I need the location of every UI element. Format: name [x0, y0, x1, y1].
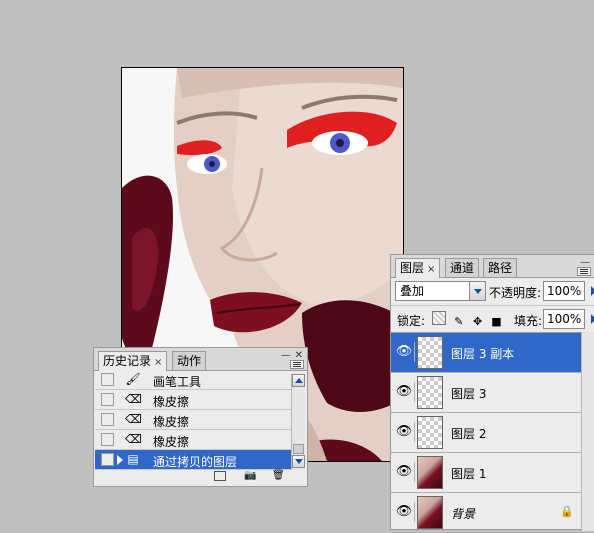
scroll-up-icon[interactable] — [292, 374, 305, 387]
layer-thumbnail — [417, 456, 443, 489]
history-state-marker-icon — [117, 455, 123, 465]
history-source-checkbox[interactable] — [101, 393, 114, 406]
history-item[interactable]: ⌫ 橡皮擦 — [95, 390, 291, 410]
tab-history[interactable]: 历史记录 × — [98, 351, 168, 371]
scroll-thumb[interactable] — [293, 444, 304, 454]
lock-brush-icon[interactable]: ✎ — [453, 316, 465, 328]
history-list: 🖌 画笔工具 ⌫ 橡皮擦 ⌫ 橡皮擦 ⌫ 橡皮擦 ▤ 通过拷贝的图层 — [94, 370, 292, 470]
layer-row[interactable]: 👁 背景 🔒 — [391, 493, 594, 533]
chevron-down-icon[interactable] — [469, 282, 485, 300]
layer-row[interactable]: 👁 图层 1 — [391, 453, 594, 493]
layer-name: 图层 3 副本 — [451, 347, 515, 361]
layer-thumbnail — [417, 336, 443, 369]
panel-menu-icon[interactable] — [577, 267, 591, 276]
history-item-label: 画笔工具 — [153, 375, 202, 389]
eye-icon[interactable]: 👁 — [394, 462, 415, 482]
close-icon[interactable]: × — [427, 264, 435, 275]
lock-move-icon[interactable]: ✥ — [472, 316, 484, 328]
layers-panel: 图层× 通道 路径 — 叠加 不透明度: 100% 锁定: ✎ ✥ ■ 填充: — [390, 254, 594, 533]
history-source-checkbox[interactable] — [101, 453, 114, 466]
layer-row[interactable]: 👁 图层 3 — [391, 373, 594, 413]
fill-input[interactable]: 100% — [543, 309, 594, 329]
layer-thumbnail — [417, 496, 443, 529]
blend-mode-select[interactable]: 叠加 — [395, 281, 486, 301]
brush-icon: 🖌 — [125, 372, 141, 386]
lock-transparency-icon[interactable] — [432, 311, 446, 325]
layer-name: 图层 3 — [451, 387, 487, 401]
tab-channels[interactable]: 通道 — [445, 258, 480, 277]
history-source-checkbox[interactable] — [101, 413, 114, 426]
eraser-icon: ⌫ — [125, 432, 142, 446]
opacity-label: 不透明度: — [489, 286, 542, 300]
lock-all-icon[interactable]: ■ — [490, 316, 502, 328]
tab-channels-label: 通道 — [450, 261, 475, 275]
layer-row[interactable]: 👁 图层 2 — [391, 413, 594, 453]
history-item-label: 橡皮擦 — [153, 435, 190, 449]
tab-history-label: 历史记录 — [103, 354, 152, 368]
layer-name: 图层 1 — [451, 467, 487, 481]
history-item[interactable]: ⌫ 橡皮擦 — [95, 430, 291, 450]
lock-label: 锁定: — [397, 314, 426, 328]
layer-thumbnail — [417, 376, 443, 409]
history-panel: 历史记录 × 动作 — ✕ 🖌 画笔工具 ⌫ 橡皮擦 ⌫ 橡皮擦 ⌫ 橡皮擦 ▤… — [93, 347, 308, 487]
fill-label: 填充: — [514, 314, 543, 328]
lock-options-row: 锁定: ✎ ✥ ■ 填充: 100% — [391, 305, 594, 332]
scroll-down-icon[interactable] — [292, 455, 305, 468]
eraser-icon: ⌫ — [125, 392, 142, 406]
blend-mode-value: 叠加 — [400, 284, 425, 298]
opacity-input[interactable]: 100% — [543, 281, 594, 301]
layer-list: 👁 图层 3 副本 👁 图层 3 👁 图层 2 👁 图层 1 👁 背景 🔒 — [391, 332, 594, 533]
history-item[interactable]: ▤ 通过拷贝的图层 — [95, 450, 291, 470]
history-source-checkbox[interactable] — [101, 373, 114, 386]
layer-thumbnail — [417, 416, 443, 449]
new-document-from-state-icon[interactable] — [214, 471, 226, 481]
opacity-value: 100% — [547, 284, 582, 298]
tab-layers-label: 图层 — [400, 261, 425, 275]
fill-value: 100% — [547, 312, 582, 326]
layer-name: 背景 — [451, 507, 476, 521]
history-item[interactable]: 🖌 画笔工具 — [95, 370, 291, 390]
tab-actions-label: 动作 — [177, 354, 202, 368]
layer-row[interactable]: 👁 图层 3 副本 — [391, 333, 594, 373]
history-scrollbar[interactable] — [291, 374, 305, 470]
panel-menu-icon[interactable] — [290, 360, 304, 369]
eye-icon[interactable]: 👁 — [394, 502, 415, 522]
eye-icon[interactable]: 👁 — [394, 342, 415, 362]
layers-panel-tabbar: 图层 × 通道 路径 — — [391, 255, 594, 278]
tab-actions[interactable]: 动作 — [172, 351, 207, 370]
layer-copy-icon: ▤ — [127, 452, 139, 466]
blend-options-row: 叠加 不透明度: 100% — [391, 279, 594, 305]
history-footer: 📷 🗑 — [94, 468, 307, 486]
lock-icons-group: ✎ ✥ ■ — [429, 311, 502, 328]
eye-icon[interactable]: 👁 — [394, 422, 415, 442]
trash-icon[interactable]: 🗑 — [272, 471, 285, 481]
eraser-icon: ⌫ — [125, 412, 142, 426]
eye-icon[interactable]: 👁 — [394, 382, 415, 402]
layers-scrollbar[interactable] — [581, 332, 594, 531]
close-icon[interactable]: × — [154, 357, 162, 368]
tab-paths-label: 路径 — [488, 261, 513, 275]
layer-name: 图层 2 — [451, 427, 487, 441]
history-panel-tabbar: 历史记录 × 动作 — ✕ — [94, 348, 307, 371]
tab-layers[interactable]: 图层 × — [395, 258, 441, 278]
lock-icon: 🔒 — [560, 505, 574, 518]
camera-icon[interactable]: 📷 — [244, 471, 256, 481]
history-item-label: 橡皮擦 — [153, 415, 190, 429]
tab-paths[interactable]: 路径 — [483, 258, 518, 277]
history-item-label: 橡皮擦 — [153, 395, 190, 409]
history-source-checkbox[interactable] — [101, 433, 114, 446]
history-item[interactable]: ⌫ 橡皮擦 — [95, 410, 291, 430]
